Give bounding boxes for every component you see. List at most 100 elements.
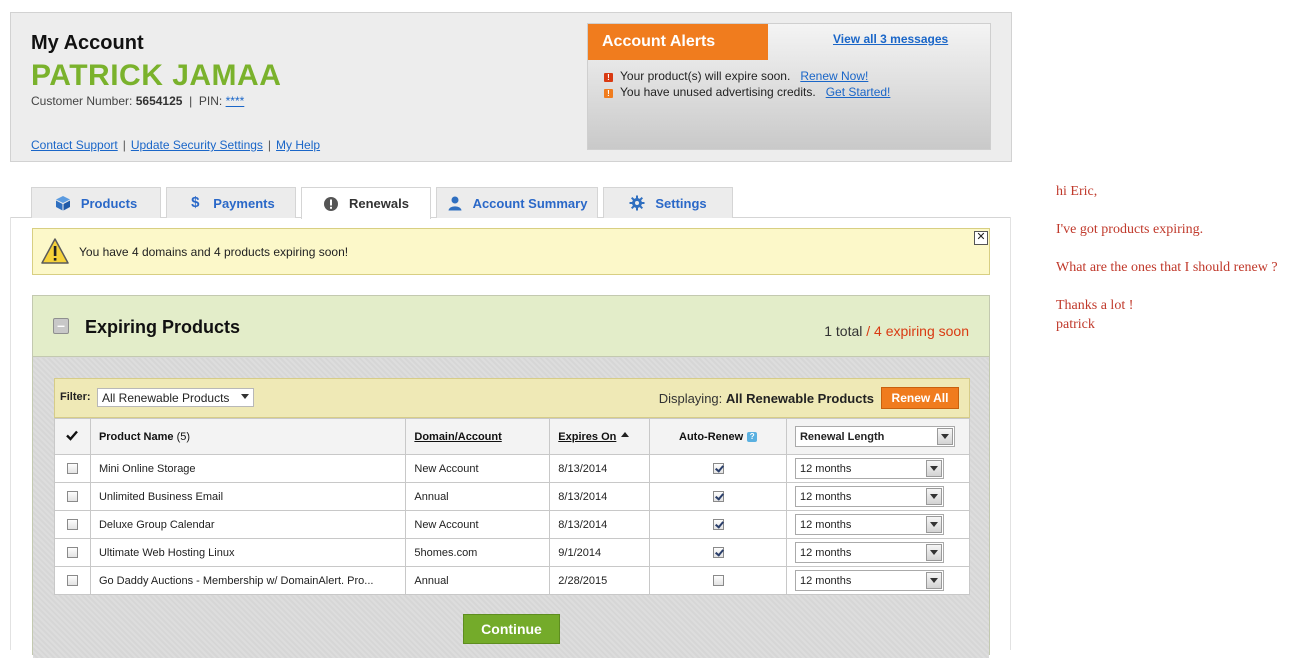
domain-account-cell: New Account	[405, 510, 551, 539]
collapse-icon[interactable]: –	[53, 318, 69, 334]
auto-renew-checkbox[interactable]	[712, 547, 724, 559]
auto-renew-cell	[649, 538, 787, 567]
auto-renew-checkbox[interactable]	[712, 575, 724, 587]
expiring-products-body: Filter: All Renewable Products Displayin…	[33, 358, 989, 658]
row-checkbox[interactable]	[66, 491, 78, 503]
update-security-settings-link[interactable]: Update Security Settings	[131, 138, 263, 152]
pin-link[interactable]: ****	[226, 94, 245, 108]
alert-item: ! You have unused advertising credits. Get…	[604, 85, 890, 99]
chevron-down-icon	[925, 488, 942, 505]
displaying-info: Displaying: All Renewable Products	[659, 391, 874, 406]
auto-renew-cell	[649, 482, 787, 511]
filter-select[interactable]: All Renewable Products	[97, 388, 254, 407]
expiring-count: 1 total / 4 expiring soon	[824, 323, 969, 339]
exclamation-icon	[324, 196, 338, 211]
expiring-warning-banner: You have 4 domains and 4 products expiri…	[32, 228, 990, 275]
row-select-cell	[54, 538, 91, 567]
tab-label: Payments	[213, 195, 275, 211]
expiring-products-header: – Expiring Products 1 total / 4 expiring…	[33, 296, 989, 357]
renew-all-button[interactable]: Renew All	[881, 387, 959, 409]
alert-warning-icon: !	[604, 89, 613, 98]
box-icon	[55, 196, 70, 211]
alert-item: ! Your product(s) will expire soon. Renew …	[604, 69, 868, 83]
table-row: Ultimate Web Hosting Linux 5homes.com 9/1/…	[54, 538, 971, 567]
row-checkbox[interactable]	[66, 519, 78, 531]
renewal-length-select[interactable]: 12 months	[794, 458, 944, 479]
dollar-icon: $	[191, 194, 200, 211]
renewal-length-select[interactable]: 12 months	[794, 570, 944, 591]
row-select-cell	[54, 510, 91, 539]
product-count: (5)	[176, 430, 191, 443]
renewal-length-select[interactable]: 12 months	[794, 542, 944, 563]
displaying-label: Displaying:	[658, 391, 723, 406]
tab-label: Products	[80, 195, 138, 211]
account-alerts-title: Account Alerts	[588, 24, 768, 60]
auto-renew-checkbox[interactable]	[712, 463, 724, 475]
contact-support-link[interactable]: Contact Support	[31, 138, 118, 152]
table-header-row: Product Name (5) Domain/Account Expires …	[54, 418, 971, 455]
get-started-link[interactable]: Get Started!	[826, 85, 891, 99]
renewal-length-cell: 12 months	[785, 454, 971, 483]
help-icon[interactable]: ?	[747, 431, 758, 442]
expires-on-header[interactable]: Expires On	[549, 418, 651, 455]
tab-renewals[interactable]: Renewals	[301, 187, 431, 219]
renew-now-link[interactable]: Renew Now!	[800, 69, 868, 83]
domain-account-cell: Annual	[405, 566, 551, 595]
expiring-soon-count: 4 expiring soon	[874, 323, 969, 339]
chevron-down-icon	[925, 460, 942, 477]
tab-payments[interactable]: $ Payments	[166, 187, 296, 218]
domain-account-cell: Annual	[405, 482, 551, 511]
auto-renew-checkbox[interactable]	[712, 519, 724, 531]
product-name-cell: Go Daddy Auctions - Membership w/ Domain…	[89, 566, 407, 595]
product-name-cell: Ultimate Web Hosting Linux	[89, 538, 407, 567]
select-all-header[interactable]	[54, 418, 91, 455]
customer-info: Customer Number: 5654125 | PIN: ****	[31, 94, 245, 108]
page-title: My Account	[31, 32, 144, 54]
products-table: Product Name (5) Domain/Account Expires …	[54, 418, 971, 595]
row-checkbox[interactable]	[66, 547, 78, 559]
auto-renew-checkbox[interactable]	[712, 491, 724, 503]
row-checkbox[interactable]	[66, 463, 78, 475]
expires-on-cell: 2/28/2015	[549, 566, 651, 595]
chevron-down-icon	[925, 572, 942, 589]
renewal-length-cell: 12 months	[785, 482, 971, 511]
note-greeting: hi Eric,	[1056, 184, 1098, 199]
renewal-length-select-all[interactable]: Renewal Length	[794, 426, 955, 447]
tab-products[interactable]: Products	[31, 187, 161, 218]
product-name-cell: Mini Online Storage	[89, 454, 407, 483]
renewal-length-select[interactable]: 12 months	[794, 514, 944, 535]
product-name-cell: Unlimited Business Email	[89, 482, 407, 511]
table-row: Deluxe Group Calendar New Account 8/13/201…	[54, 510, 971, 539]
total-count: 1 total	[824, 323, 863, 339]
domain-account-header[interactable]: Domain/Account	[405, 418, 551, 455]
auto-renew-cell	[649, 454, 787, 483]
table-row: Mini Online Storage New Account 8/13/2014 1…	[54, 454, 971, 483]
note-signature: patrick	[1056, 317, 1095, 332]
filter-label: Filter:	[60, 391, 91, 403]
renewal-length-cell: 12 months	[785, 538, 971, 567]
domain-account-cell: 5homes.com	[405, 538, 551, 567]
displaying-value: All Renewable Products	[725, 391, 874, 406]
expires-on-cell: 8/13/2014	[549, 454, 651, 483]
my-help-link[interactable]: My Help	[276, 138, 320, 152]
renewal-length-cell: 12 months	[785, 566, 971, 595]
row-select-cell	[54, 566, 91, 595]
row-checkbox[interactable]	[66, 575, 78, 587]
renewal-length-header: Renewal Length	[785, 418, 971, 455]
table-row: Unlimited Business Email Annual 8/13/2014 1…	[54, 482, 971, 511]
chevron-down-icon	[925, 544, 942, 561]
continue-button[interactable]: Continue	[463, 614, 560, 644]
tab-account-summary[interactable]: Account Summary	[436, 187, 598, 218]
warning-triangle-icon	[41, 238, 69, 264]
content-border	[10, 217, 11, 650]
close-icon[interactable]: ✕	[974, 231, 988, 245]
tab-label: Settings	[655, 195, 707, 211]
auto-renew-cell	[649, 566, 787, 595]
auto-renew-cell	[649, 510, 787, 539]
renewal-length-select[interactable]: 12 months	[794, 486, 944, 507]
alert-text: You have unused advertising credits.	[620, 85, 816, 99]
tab-label: Account Summary	[472, 195, 588, 211]
view-all-messages-link[interactable]: View all 3 messages	[833, 32, 948, 46]
tab-settings[interactable]: Settings	[603, 187, 733, 218]
table-row: Go Daddy Auctions - Membership w/ Domain…	[54, 566, 971, 595]
